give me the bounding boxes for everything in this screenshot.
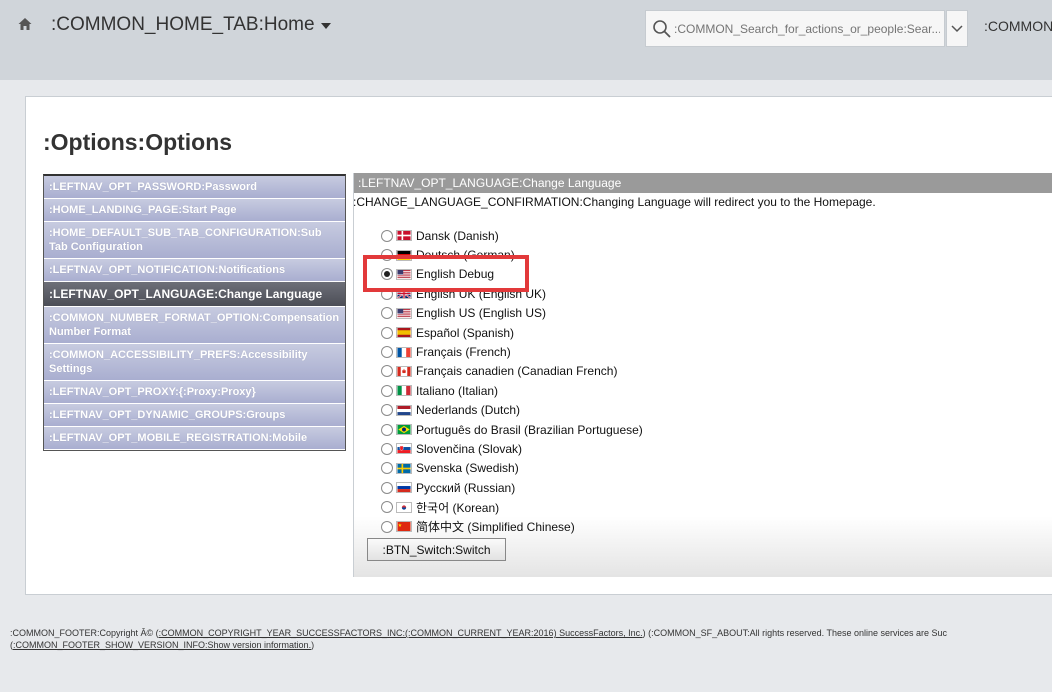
options-panel: :Options:Options :LEFTNAV_OPT_PASSWORD:P… xyxy=(25,96,1052,595)
radio-button[interactable] xyxy=(381,520,393,533)
br-flag-icon xyxy=(396,424,412,436)
language-option[interactable]: Français canadien (Canadian French) xyxy=(381,362,643,381)
caret-down-icon xyxy=(320,23,331,29)
footer-copyright-prefix: :COMMON_FOOTER:Copyright Â© ( xyxy=(10,628,159,638)
page-title: :Options:Options xyxy=(43,129,233,155)
footer-rights-text: ) (:COMMON_SF_ABOUT:All rights reserved.… xyxy=(642,628,948,638)
nav-item-password[interactable]: :LEFTNAV_OPT_PASSWORD:Password xyxy=(44,176,345,199)
se-flag-icon xyxy=(396,462,412,474)
radio-button[interactable] xyxy=(381,384,393,397)
switch-button[interactable]: :BTN_Switch:Switch xyxy=(367,538,506,561)
radio-button[interactable] xyxy=(381,229,393,242)
version-info-link[interactable]: :COMMON_FOOTER_SHOW_VERSION_INFO:Show ve… xyxy=(13,640,311,650)
language-label: Dansk (Danish) xyxy=(416,228,499,243)
search-box[interactable] xyxy=(645,10,945,47)
language-option[interactable]: Nederlands (Dutch) xyxy=(381,401,643,420)
language-label: Svenska (Swedish) xyxy=(416,461,519,476)
language-label: 简体中文 (Simplified Chinese) xyxy=(416,520,575,535)
nav-item-groups[interactable]: :LEFTNAV_OPT_DYNAMIC_GROUPS:Groups xyxy=(44,404,345,427)
language-label: Italiano (Italian) xyxy=(416,383,499,398)
nav-item-number-format[interactable]: :COMMON_NUMBER_FORMAT_OPTION:Compensatio… xyxy=(44,307,345,344)
home-tab-menu[interactable]: :COMMON_HOME_TAB:Home xyxy=(51,14,331,36)
language-label: Slovenčina (Slovak) xyxy=(416,441,523,456)
search-dropdown-button[interactable] xyxy=(946,10,968,47)
language-option[interactable]: 한국어 (Korean) xyxy=(381,497,643,516)
radio-button[interactable] xyxy=(381,307,393,320)
es-flag-icon xyxy=(396,327,412,339)
radio-button[interactable] xyxy=(381,481,393,494)
radio-button[interactable] xyxy=(381,404,393,417)
copyright-link[interactable]: :COMMON_COPYRIGHT_YEAR_SUCCESSFACTORS_IN… xyxy=(159,628,643,638)
nav-item-notifications[interactable]: :LEFTNAV_OPT_NOTIFICATION:Notifications xyxy=(44,259,345,282)
footer: :COMMON_FOOTER:Copyright Â© (:COMMON_COP… xyxy=(10,627,947,651)
it-flag-icon xyxy=(396,385,412,397)
nav-item-mobile[interactable]: :LEFTNAV_OPT_MOBILE_REGISTRATION:Mobile xyxy=(44,427,345,450)
language-option[interactable]: Svenska (Swedish) xyxy=(381,459,643,478)
kr-flag-icon xyxy=(396,501,412,513)
radio-button[interactable] xyxy=(381,346,393,359)
search-input[interactable] xyxy=(672,21,940,36)
radio-button[interactable] xyxy=(381,365,393,378)
footer-line-2: (:COMMON_FOOTER_SHOW_VERSION_INFO:Show v… xyxy=(10,639,947,651)
dk-flag-icon xyxy=(396,230,412,242)
confirmation-text: :CHANGE_LANGUAGE_CONFIRMATION:Changing L… xyxy=(353,195,876,209)
language-label: Português do Brasil (Brazilian Portugues… xyxy=(416,422,643,437)
language-option[interactable]: Français (French) xyxy=(381,342,643,361)
ca-flag-icon xyxy=(396,365,412,377)
nav-item-proxy[interactable]: :LEFTNAV_OPT_PROXY:{:Proxy:Proxy} xyxy=(44,381,345,404)
nav-item-start-page[interactable]: :HOME_LANDING_PAGE:Start Page xyxy=(44,199,345,222)
language-label: Nederlands (Dutch) xyxy=(416,403,521,418)
top-header: :COMMON_HOME_TAB:Home :COMMON_ xyxy=(0,0,1052,80)
search-icon xyxy=(653,19,671,38)
radio-button[interactable] xyxy=(381,423,393,436)
change-language-section: :LEFTNAV_OPT_LANGUAGE:Change Language :C… xyxy=(353,173,1052,577)
radio-button[interactable] xyxy=(381,462,393,475)
language-label: Русский (Russian) xyxy=(416,480,516,495)
chevron-down-icon xyxy=(951,24,963,32)
language-label: Español (Spanish) xyxy=(416,325,515,340)
left-nav: :LEFTNAV_OPT_PASSWORD:Password :HOME_LAN… xyxy=(43,174,346,451)
nav-item-accessibility[interactable]: :COMMON_ACCESSIBILITY_PREFS:Accessibilit… xyxy=(44,344,345,381)
language-option[interactable]: Slovenčina (Slovak) xyxy=(381,439,643,458)
language-label: Français canadien (Canadian French) xyxy=(416,364,618,379)
footer-line-1: :COMMON_FOOTER:Copyright Â© (:COMMON_COP… xyxy=(10,627,947,639)
us-flag-icon xyxy=(396,307,412,319)
radio-button[interactable] xyxy=(381,501,393,514)
sk-flag-icon xyxy=(396,443,412,455)
language-option[interactable]: English US (English US) xyxy=(381,304,643,323)
language-option[interactable]: Español (Spanish) xyxy=(381,323,643,342)
cn-flag-icon xyxy=(396,521,412,533)
footer-paren-close: ) xyxy=(311,640,315,650)
radio-button[interactable] xyxy=(381,442,393,455)
header-user-menu[interactable]: :COMMON_ xyxy=(984,18,1052,34)
nl-flag-icon xyxy=(396,404,412,416)
language-option[interactable]: Русский (Russian) xyxy=(381,478,643,497)
language-option[interactable]: Português do Brasil (Brazilian Portugues… xyxy=(381,420,643,439)
selection-highlight-box xyxy=(363,255,529,292)
language-label: English US (English US) xyxy=(416,306,547,321)
language-label: 한국어 (Korean) xyxy=(416,500,500,515)
home-tab-label: :COMMON_HOME_TAB:Home xyxy=(51,14,315,35)
language-label: Français (French) xyxy=(416,345,511,360)
language-option[interactable]: 简体中文 (Simplified Chinese) xyxy=(381,517,643,536)
home-icon[interactable] xyxy=(17,16,33,32)
radio-button[interactable] xyxy=(381,326,393,339)
nav-item-sub-tab-configuration[interactable]: :HOME_DEFAULT_SUB_TAB_CONFIGURATION:Sub … xyxy=(44,222,345,259)
language-option[interactable]: Dansk (Danish) xyxy=(381,226,643,245)
fr-flag-icon xyxy=(396,346,412,358)
section-header: :LEFTNAV_OPT_LANGUAGE:Change Language xyxy=(354,173,1052,193)
language-option[interactable]: Italiano (Italian) xyxy=(381,381,643,400)
ru-flag-icon xyxy=(396,482,412,494)
nav-item-change-language[interactable]: :LEFTNAV_OPT_LANGUAGE:Change Language xyxy=(44,282,345,307)
